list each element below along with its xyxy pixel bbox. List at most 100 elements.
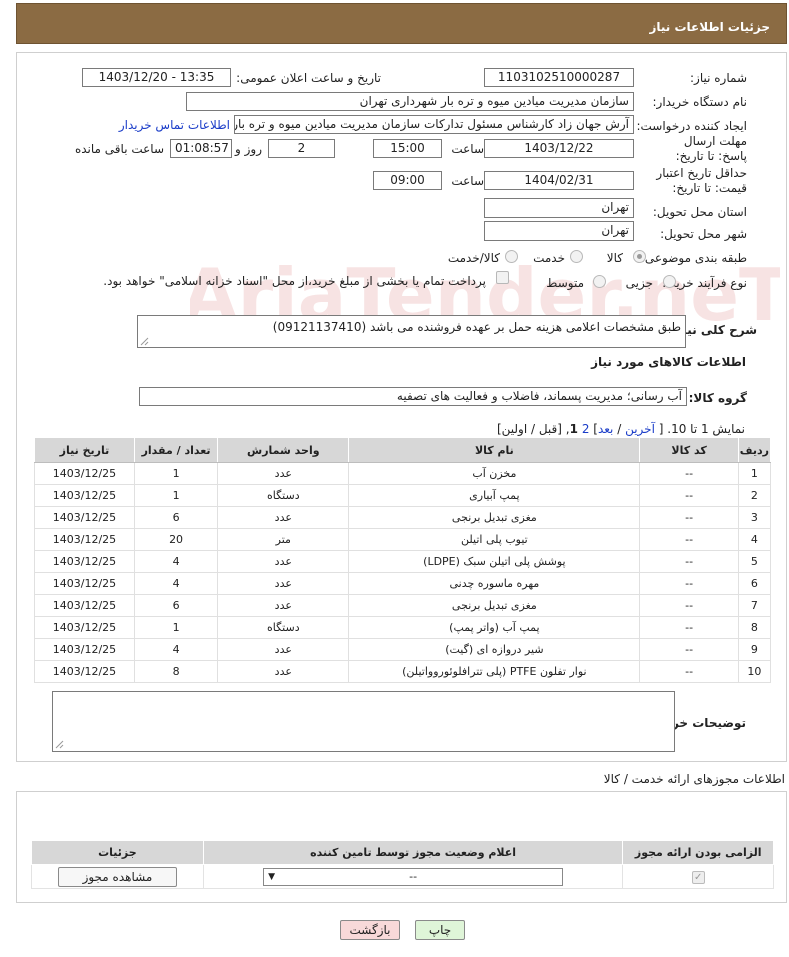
cell-row-number: 7 — [737, 594, 772, 617]
cell-need-date: 1403/12/25 — [34, 528, 135, 551]
pagination-next-link[interactable]: بعد — [598, 422, 613, 436]
buyer-contact-link[interactable]: اطلاعات تماس خریدار — [119, 118, 230, 132]
cell-need-date: 1403/12/25 — [34, 484, 135, 507]
cell-row-number: 8 — [737, 616, 772, 639]
buyer-org-label: نام دستگاه خریدار: — [652, 95, 748, 109]
cell-item-name: نوار تفلون PTFE (پلی تترافلوئوروواتیلن) — [348, 660, 641, 683]
cell-need-date: 1403/12/25 — [34, 594, 135, 617]
cell-need-date: 1403/12/25 — [34, 572, 135, 595]
announce-datetime-label: تاریخ و ساعت اعلان عمومی: — [236, 71, 381, 85]
category-goods-radio[interactable] — [633, 250, 646, 263]
back-button[interactable]: بازگشت — [340, 920, 400, 940]
price-validity-date-field: 1404/02/31 — [484, 171, 634, 190]
category-service-radio[interactable] — [570, 250, 583, 263]
requester-label: ایجاد کننده درخواست: — [636, 119, 747, 133]
permit-required-cell: ✓ — [622, 864, 774, 889]
view-permit-button[interactable]: مشاهده مجوز — [57, 866, 177, 887]
table-row: 2 -- پمپ آبیاری دستگاه 1 1403/12/25 — [34, 484, 772, 507]
print-button[interactable]: چاپ — [415, 920, 465, 940]
col-quantity: تعداد / مقدار — [133, 437, 219, 463]
process-partial-radio[interactable] — [663, 275, 676, 288]
cell-item-name: مغزی تبدیل برنجی — [348, 506, 641, 529]
remaining-days-field: 2 — [268, 139, 335, 158]
cell-row-number: 5 — [737, 550, 772, 573]
cell-need-date: 1403/12/25 — [34, 638, 135, 661]
cell-unit: عدد — [217, 506, 350, 529]
permit-row: ✓ -- ▼ مشاهده مجوز — [31, 864, 774, 889]
cell-unit: دستگاه — [217, 484, 350, 507]
pagination-suffix: [قبل / اولین] — [496, 422, 562, 436]
cell-row-number: 4 — [737, 528, 772, 551]
goods-group-label: گروه کالا: — [688, 391, 747, 405]
permits-title: اطلاعات مجوزهای ارائه خدمت / کالا — [603, 772, 785, 786]
cell-row-number: 1 — [737, 462, 772, 485]
cell-quantity: 4 — [133, 638, 219, 661]
cell-quantity: 6 — [133, 594, 219, 617]
cell-unit: عدد — [217, 572, 350, 595]
treasury-payment-checkbox[interactable] — [496, 271, 509, 284]
goods-group-field: آب رسانی؛ مدیریت پسماند، فاضلاب و فعالیت… — [139, 387, 687, 406]
category-goods-service-text: کالا/خدمت — [447, 251, 500, 265]
buyer-notes-textarea[interactable] — [52, 691, 675, 752]
cell-quantity: 1 — [133, 616, 219, 639]
page-header: جزئیات اطلاعات نیاز — [16, 3, 787, 44]
cell-row-number: 2 — [737, 484, 772, 507]
delivery-province-field: تهران — [484, 198, 634, 218]
cell-quantity: 6 — [133, 506, 219, 529]
treasury-payment-text: پرداخت تمام یا بخشی از مبلغ خرید،از محل … — [103, 274, 486, 288]
cell-need-date: 1403/12/25 — [34, 462, 135, 485]
process-partial-text: جزیی — [625, 276, 653, 290]
items-table-header: ردیف کد کالا نام کالا واحد شمارش تعداد /… — [34, 437, 772, 463]
col-permit-required: الزامی بودن ارائه مجوز — [622, 840, 774, 865]
cell-item-name: پمپ آبیاری — [348, 484, 641, 507]
reply-deadline-time-field: 15:00 — [373, 139, 442, 158]
col-item-name: نام کالا — [348, 437, 641, 463]
items-table: ردیف کد کالا نام کالا واحد شمارش تعداد /… — [34, 437, 772, 683]
cell-item-name: تیوب پلی اتیلن — [348, 528, 641, 551]
cell-item-code: -- — [639, 572, 739, 595]
pagination-prefix: نمایش 1 تا 10. [ — [658, 422, 745, 436]
table-row: 3 -- مغزی تبدیل برنجی عدد 6 1403/12/25 — [34, 506, 772, 529]
buyer-org-field: سازمان مدیریت میادین میوه و تره بار شهرد… — [186, 92, 634, 111]
permit-status-value: -- — [409, 869, 418, 883]
announce-datetime-field: 1403/12/20 - 13:35 — [82, 68, 231, 87]
cell-unit: عدد — [217, 462, 350, 485]
category-goods-service-radio[interactable] — [505, 250, 518, 263]
pagination-page-2[interactable]: 2 — [582, 422, 590, 436]
pagination-sep: / — [613, 422, 626, 436]
remaining-time-field: 01:08:57 — [170, 139, 232, 158]
category-service-text: خدمت — [533, 251, 565, 265]
col-unit: واحد شمارش — [217, 437, 350, 463]
price-validity-time-label: ساعت — [451, 174, 484, 188]
delivery-city-label: شهر محل تحویل: — [660, 227, 747, 241]
permit-status-select[interactable]: -- ▼ — [263, 867, 564, 886]
cell-item-code: -- — [639, 638, 739, 661]
cell-unit: متر — [217, 528, 350, 551]
description-textarea[interactable]: طبق مشخصات اعلامی هزینه حمل بر عهده فروش… — [137, 315, 686, 348]
cell-item-name: مغزی تبدیل برنجی — [348, 594, 641, 617]
cell-quantity: 20 — [133, 528, 219, 551]
col-permit-status: اعلام وضعیت مجوز توسط تامین کننده — [202, 840, 624, 865]
cell-unit: عدد — [217, 660, 350, 683]
cell-item-name: مخزن آب — [348, 462, 641, 485]
pagination-last-link[interactable]: آخرین — [625, 422, 655, 436]
cell-item-code: -- — [639, 616, 739, 639]
process-medium-radio[interactable] — [593, 275, 606, 288]
permit-details-cell: مشاهده مجوز — [31, 864, 204, 889]
cell-need-date: 1403/12/25 — [34, 506, 135, 529]
cell-quantity: 4 — [133, 572, 219, 595]
table-row: 5 -- پوشش پلی اتیلن سبک (LDPE) عدد 4 1403/12/… — [34, 550, 772, 573]
col-row-number: ردیف — [737, 437, 772, 463]
cell-unit: عدد — [217, 594, 350, 617]
table-row: 10 -- نوار تفلون PTFE (پلی تترافلوئوروواتی… — [34, 660, 772, 683]
price-validity-label: حداقل تاریخ اعتبار قیمت: تا تاریخ: — [656, 166, 747, 195]
process-medium-text: متوسط — [546, 276, 584, 290]
need-number-field: 1103102510000287 — [484, 68, 634, 87]
cell-item-name: پمپ آب (واتر پمپ) — [348, 616, 641, 639]
cell-need-date: 1403/12/25 — [34, 616, 135, 639]
resize-handle-icon — [140, 337, 149, 346]
reply-deadline-date-field: 1403/12/22 — [484, 139, 634, 158]
cell-item-code: -- — [639, 594, 739, 617]
cell-need-date: 1403/12/25 — [34, 660, 135, 683]
table-row: 9 -- شیر دروازه ای (گیت) عدد 4 1403/12/25 — [34, 638, 772, 661]
